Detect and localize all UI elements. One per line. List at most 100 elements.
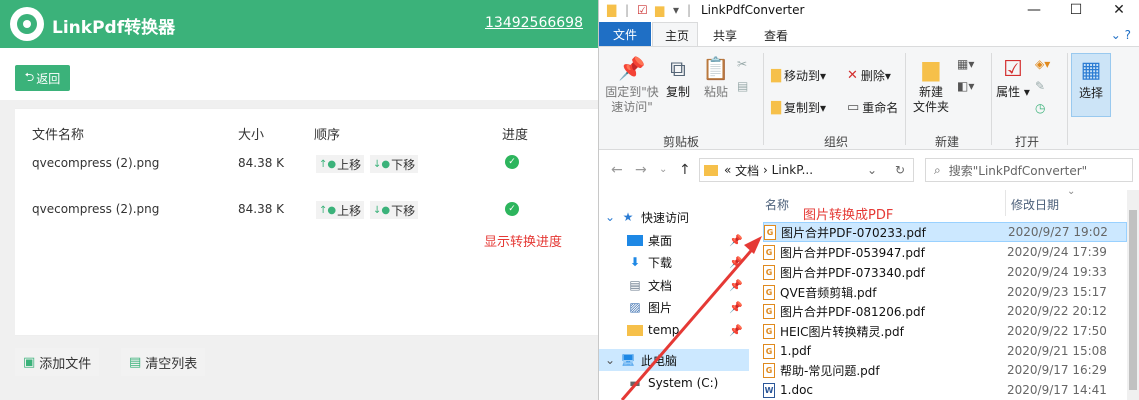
recent-dropdown-icon[interactable]: ⌄ [659, 164, 667, 175]
file-row[interactable]: G QVE音频剪辑.pdf 2020/9/23 15:17 [763, 282, 1127, 302]
column-header-progress: 进度 [502, 128, 529, 143]
address-overflow[interactable]: « [724, 163, 731, 177]
file-row[interactable]: G 帮助-常见问题.pdf 2020/9/17 16:29 [763, 360, 1127, 380]
group-open-label: 打开 [1015, 135, 1040, 149]
back-arrow-icon[interactable]: ← [611, 162, 623, 178]
pin-quick-access-button[interactable]: 📌 固定到"快 速访问" [605, 57, 659, 115]
pin-icon[interactable]: 📌 [729, 234, 743, 247]
file-row[interactable]: G 图片合并PDF-081206.pdf 2020/9/22 20:12 [763, 301, 1127, 321]
open-icon[interactable]: ◈▾ [1035, 57, 1050, 71]
pin-icon[interactable]: 📌 [729, 256, 743, 269]
up-arrow-icon[interactable]: ↑ [679, 162, 691, 178]
tab-view[interactable]: 查看 [764, 27, 788, 44]
pin-icon[interactable]: 📌 [729, 279, 743, 292]
forward-arrow-icon[interactable]: → [635, 162, 647, 178]
pin-icon[interactable]: 📌 [729, 324, 743, 337]
nav-label: 下载 [648, 255, 673, 270]
nav-desktop[interactable]: 桌面 📌 [599, 229, 749, 251]
file-row[interactable]: G 图片合并PDF-073340.pdf 2020/9/24 19:33 [763, 262, 1127, 282]
nav-documents[interactable]: ▤ 文档 📌 [599, 274, 749, 296]
group-organize-label: 组织 [824, 135, 849, 149]
navigation-pane: ⌄ ★ 快速访问 桌面 📌 ⬇ 下载 📌 ▤ 文档 📌 ▨ 图片 📌 temp … [599, 190, 749, 400]
check-icon: ✓ [505, 155, 519, 169]
nav-label: 此电脑 [641, 353, 678, 368]
file-size: 84.38 K [238, 156, 285, 170]
edit-icon[interactable]: ✎ [1035, 79, 1045, 93]
new-folder-button[interactable]: ▆ 新建 文件夹 [911, 57, 951, 115]
expand-chevron-icon[interactable]: ⌄ [605, 210, 615, 224]
properties-button[interactable]: ☑ 属性 ▾ [995, 57, 1031, 100]
move-down-button[interactable]: ↓● 下移 [370, 155, 419, 173]
search-placeholder: 搜索"LinkPdfConverter" [948, 163, 1088, 178]
clear-list-button[interactable]: ▤ 清空列表 [121, 348, 206, 376]
delete-label: 删除 [860, 69, 885, 83]
move-up-button[interactable]: ↑● 上移 [316, 201, 365, 219]
file-row[interactable]: G 图片合并PDF-053947.pdf 2020/9/24 17:39 [763, 242, 1127, 262]
drive-icon: ▬ [629, 376, 641, 390]
properties-quick-icon[interactable]: ☑ [637, 3, 648, 17]
tab-share[interactable]: 共享 [713, 27, 737, 44]
nav-quick-access[interactable]: ⌄ ★ 快速访问 [599, 206, 749, 228]
file-row[interactable]: W 1.doc 2020/9/17 14:41 [763, 380, 1127, 400]
move-to-label: 移动到 [784, 69, 821, 83]
file-date: 2020/9/22 20:12 [1007, 304, 1107, 318]
column-divider[interactable] [1005, 190, 1006, 216]
minimize-icon[interactable]: — [1019, 0, 1049, 20]
nav-label: 快速访问 [641, 210, 690, 225]
address-dropdown-icon[interactable]: ⌄ [867, 163, 877, 177]
column-header-modified[interactable]: 修改日期 [1011, 196, 1059, 213]
nav-pictures[interactable]: ▨ 图片 📌 [599, 296, 749, 318]
tab-home[interactable]: 主页 [665, 27, 689, 44]
nav-label: 文档 [648, 278, 673, 293]
delete-button[interactable]: ✕ 删除 ▾ [847, 67, 891, 84]
pin-icon[interactable]: 📌 [729, 301, 743, 314]
search-box[interactable]: ⌕ 搜索"LinkPdfConverter" [925, 158, 1133, 182]
new-folder-label-line1: 新建 [918, 85, 943, 99]
app-header: LinkPdf转换器 13492566698 [0, 0, 598, 48]
select-grid-icon: ▦ [1080, 58, 1102, 83]
cut-icon[interactable]: ✂ [737, 57, 747, 71]
nav-this-pc[interactable]: ⌄ 🖥 此电脑 [599, 349, 749, 371]
move-down-button[interactable]: ↓● 下移 [370, 201, 419, 219]
add-files-button[interactable]: ▣ 添加文件 [15, 348, 100, 376]
scrollbar-thumb[interactable] [1129, 210, 1137, 390]
account-phone-link[interactable]: 13492566698 [485, 15, 583, 31]
rename-button[interactable]: ▭ 重命名 [847, 99, 898, 116]
address-bar[interactable]: « 文档 › LinkP... ⌄ ↻ [699, 158, 914, 182]
file-row[interactable]: G HEIC图片转换精灵.pdf 2020/9/22 17:50 [763, 321, 1127, 341]
column-header-name[interactable]: 名称 [765, 196, 789, 213]
back-button[interactable]: ⮌ 返回 [15, 65, 70, 91]
new-folder-quick-icon[interactable]: ▆ [655, 3, 664, 17]
breadcrumb-linkpdf[interactable]: LinkP... [772, 163, 813, 177]
nav-temp[interactable]: temp 📌 [599, 319, 749, 341]
nav-label: 图片 [648, 300, 673, 315]
desktop-icon [627, 234, 643, 246]
copy-to-button[interactable]: ▇ 复制到 ▾ [771, 99, 826, 116]
file-date: 2020/9/24 17:39 [1007, 245, 1107, 259]
nav-downloads[interactable]: ⬇ 下载 📌 [599, 251, 749, 273]
title-bar: ▇ | ☑ ▆ ▾ | LinkPdfConverter — ☐ ✕ [599, 0, 1139, 22]
move-to-button[interactable]: ▇ 移动到 ▾ [771, 67, 826, 84]
refresh-icon[interactable]: ↻ [895, 163, 905, 177]
file-date: 2020/9/17 16:29 [1007, 363, 1107, 377]
paste-button[interactable]: 📋 粘贴 [699, 57, 733, 100]
quick-access-dropdown-icon[interactable]: ▾ [673, 3, 679, 17]
tab-file[interactable]: 文件 [599, 22, 651, 46]
file-row[interactable]: G 1.pdf 2020/9/21 15:08 [763, 341, 1127, 361]
maximize-icon[interactable]: ☐ [1061, 0, 1091, 20]
breadcrumb-documents[interactable]: 文档 [735, 162, 759, 179]
copy-path-icon[interactable]: ▤ [737, 79, 748, 93]
ribbon-collapse-help[interactable]: ⌄ ? [1111, 28, 1131, 42]
copy-button[interactable]: ⧉ 复制 [661, 57, 695, 100]
expand-chevron-icon[interactable]: ⌄ [605, 353, 615, 367]
nav-system-c[interactable]: ▬ System (C:) [599, 372, 749, 394]
move-up-button[interactable]: ↑● 上移 [316, 155, 365, 173]
close-icon[interactable]: ✕ [1104, 0, 1134, 20]
select-button[interactable]: ▦ 选择 [1071, 53, 1111, 117]
file-row[interactable]: G 图片合并PDF-070233.pdf 2020/9/27 19:02 [763, 222, 1127, 242]
history-icon[interactable]: ◷ [1035, 101, 1045, 115]
new-item-icon[interactable]: ▦▾ [957, 57, 974, 71]
vertical-scrollbar[interactable] [1127, 190, 1139, 400]
back-arrow-icon: ⮌ [24, 69, 35, 84]
easy-access-icon[interactable]: ◧▾ [957, 79, 974, 93]
